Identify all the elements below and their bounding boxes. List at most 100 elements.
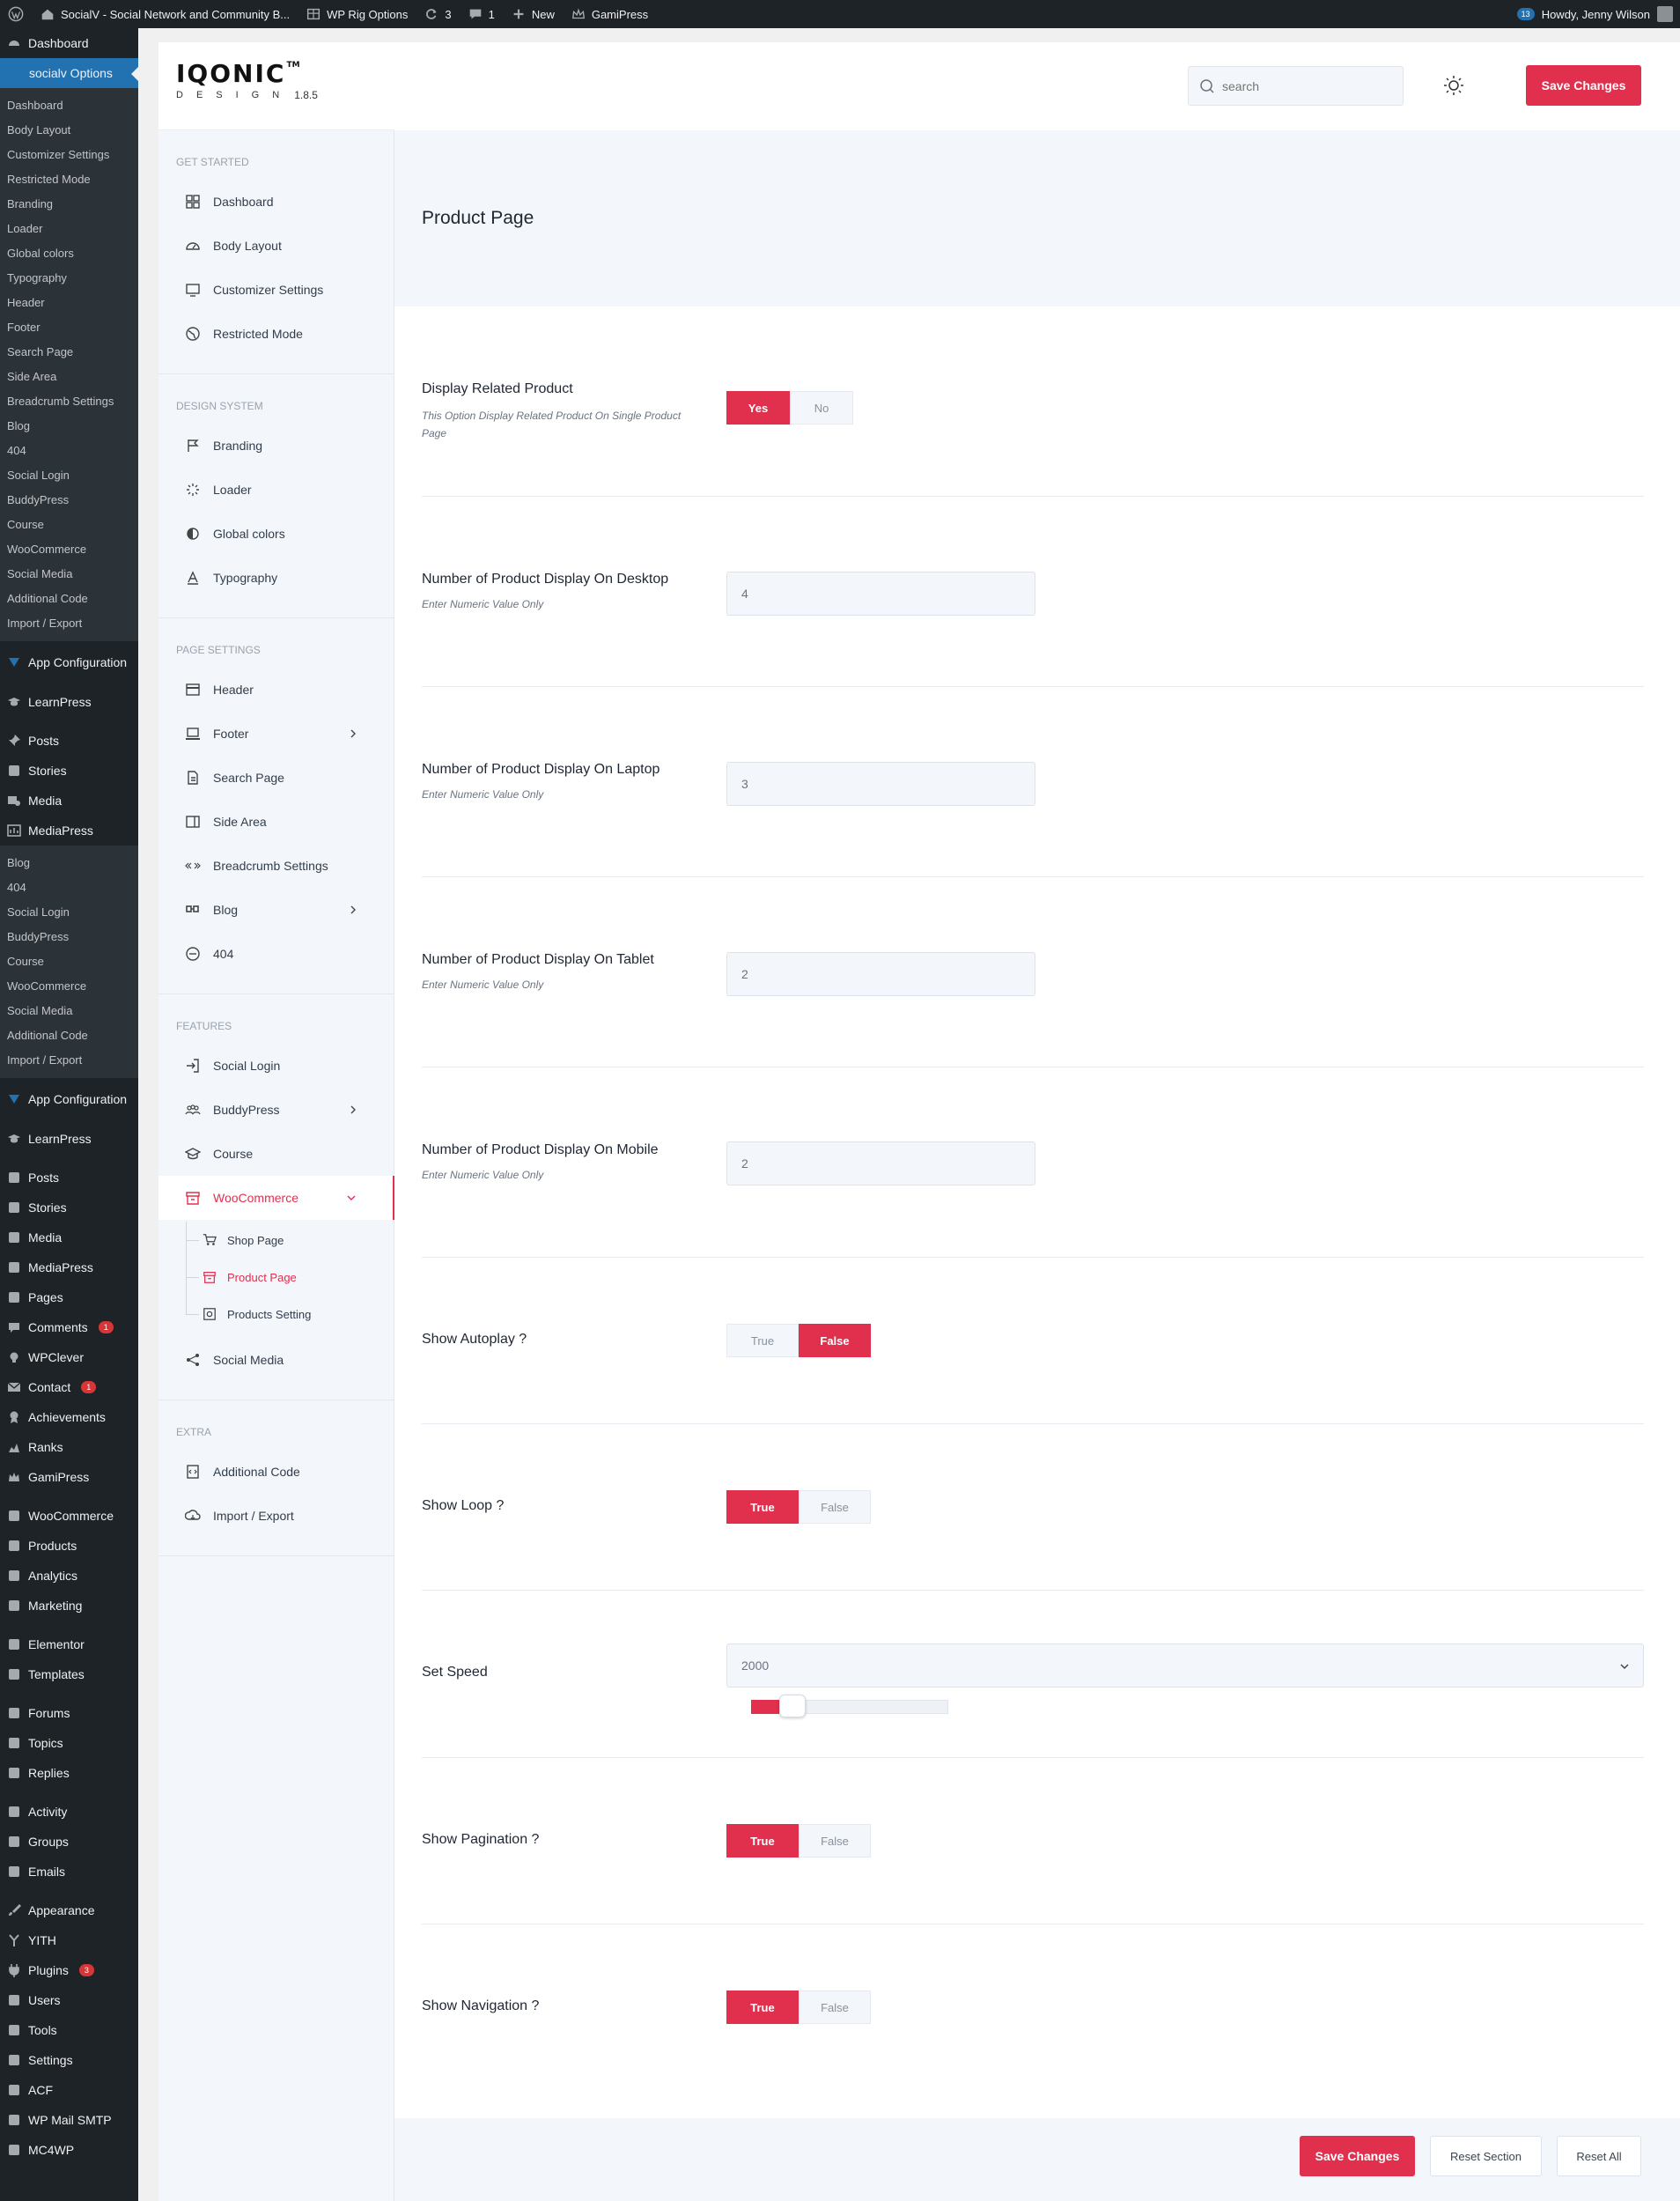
pagination-option-true[interactable]: True <box>726 1824 799 1858</box>
submenu-item-import-export[interactable]: Import / Export <box>0 1048 138 1073</box>
menu-settings[interactable]: Settings <box>0 2045 138 2075</box>
wp-logo-item[interactable] <box>0 0 32 28</box>
menu-posts[interactable]: Posts <box>0 1163 138 1193</box>
loop-option-true[interactable]: True <box>726 1490 799 1524</box>
menu-woocommerce[interactable]: WooCommerce <box>0 1501 138 1531</box>
nav-item-side-area[interactable]: Side Area <box>158 800 394 844</box>
menu-dashboard[interactable]: Dashboard <box>0 28 138 58</box>
nav-item-dashboard[interactable]: Dashboard <box>158 180 394 224</box>
related-option-no[interactable]: No <box>790 391 853 425</box>
submenu-item-404[interactable]: 404 <box>0 439 138 463</box>
submenu-item-blog[interactable]: Blog <box>0 851 138 875</box>
menu-ranks[interactable]: Ranks <box>0 1432 138 1462</box>
loop-option-false[interactable]: False <box>799 1490 871 1524</box>
nav-item-global-colors[interactable]: Global colors <box>158 512 394 556</box>
reset-all-button[interactable]: Reset All <box>1557 2136 1641 2176</box>
nav-item-import-export[interactable]: Import / Export <box>158 1494 394 1538</box>
menu-mediapress[interactable]: MediaPress <box>0 816 138 846</box>
nav-subitem-products-setting[interactable]: Products Setting <box>187 1296 394 1333</box>
submenu-item-buddypress[interactable]: BuddyPress <box>0 488 138 513</box>
updates-item[interactable]: 3 <box>416 0 459 28</box>
menu-learnpress[interactable]: LearnPress <box>0 687 138 717</box>
nav-item-social-media[interactable]: Social Media <box>158 1338 394 1382</box>
submenu-item-breadcrumb-settings[interactable]: Breadcrumb Settings <box>0 389 138 414</box>
menu-topics[interactable]: Topics <box>0 1728 138 1758</box>
menu-gamipress[interactable]: GamiPress <box>0 1462 138 1492</box>
nav-item-restricted-mode[interactable]: Restricted Mode <box>158 312 394 356</box>
nav-item-typography[interactable]: Typography <box>158 556 394 600</box>
submenu-item-404[interactable]: 404 <box>0 875 138 900</box>
menu-activity[interactable]: Activity <box>0 1797 138 1827</box>
submenu-item-side-area[interactable]: Side Area <box>0 365 138 389</box>
gamipress-item[interactable]: GamiPress <box>563 0 656 28</box>
navigation-option-false[interactable]: False <box>799 1991 871 2024</box>
save-changes-button[interactable]: Save Changes <box>1526 65 1641 106</box>
nav-item-blog[interactable]: Blog <box>158 888 394 932</box>
slider-handle[interactable] <box>779 1695 806 1717</box>
save-changes-button-bottom[interactable]: Save Changes <box>1300 2136 1415 2176</box>
menu-templates[interactable]: Templates <box>0 1659 138 1689</box>
nav-item-customizer-settings[interactable]: Customizer Settings <box>158 268 394 312</box>
menu-acf[interactable]: ACF <box>0 2075 138 2105</box>
site-name-item[interactable]: SocialV - Social Network and Community B… <box>32 0 298 28</box>
nav-item-404[interactable]: 404 <box>158 932 394 976</box>
nav-item-branding[interactable]: Branding <box>158 424 394 468</box>
menu-app-configuration[interactable]: App Configuration <box>0 650 138 687</box>
nav-item-additional-code[interactable]: Additional Code <box>158 1450 394 1494</box>
submenu-item-buddypress[interactable]: BuddyPress <box>0 925 138 949</box>
nav-item-loader[interactable]: Loader <box>158 468 394 512</box>
submenu-item-header[interactable]: Header <box>0 291 138 315</box>
search-input[interactable] <box>1222 78 1398 93</box>
submenu-item-course[interactable]: Course <box>0 949 138 974</box>
menu-wpclever[interactable]: WPClever <box>0 1342 138 1372</box>
menu-users[interactable]: Users <box>0 1985 138 2015</box>
menu-comments[interactable]: Comments 1 <box>0 1312 138 1342</box>
menu-learnpress-2[interactable]: LearnPress <box>0 1124 138 1154</box>
menu-plugins[interactable]: Plugins 3 <box>0 1955 138 1985</box>
menu-media[interactable]: Media <box>0 1222 138 1252</box>
menu-achievements[interactable]: Achievements <box>0 1402 138 1432</box>
submenu-item-social-media[interactable]: Social Media <box>0 999 138 1023</box>
speed-select[interactable]: 2000 <box>726 1643 1644 1688</box>
menu-elementor[interactable]: Elementor <box>0 1629 138 1659</box>
menu-appearance[interactable]: Appearance <box>0 1895 138 1925</box>
nav-item-social-login[interactable]: Social Login <box>158 1044 394 1088</box>
submenu-item-restricted-mode[interactable]: Restricted Mode <box>0 167 138 192</box>
menu-forums[interactable]: Forums <box>0 1698 138 1728</box>
menu-stories[interactable]: Stories <box>0 1193 138 1222</box>
submenu-item-woocommerce[interactable]: WooCommerce <box>0 537 138 562</box>
notification-badge[interactable]: 13 <box>1516 8 1535 20</box>
nav-item-footer[interactable]: Footer <box>158 712 394 756</box>
pagination-option-false[interactable]: False <box>799 1824 871 1858</box>
submenu-item-woocommerce[interactable]: WooCommerce <box>0 974 138 999</box>
menu-socialv-options[interactable]: socialv Options <box>0 58 138 88</box>
menu-media[interactable]: Media <box>0 786 138 816</box>
menu-mediapress[interactable]: MediaPress <box>0 1252 138 1282</box>
menu-analytics[interactable]: Analytics <box>0 1561 138 1591</box>
menu-groups[interactable]: Groups <box>0 1827 138 1857</box>
comments-item[interactable]: 1 <box>460 0 503 28</box>
submenu-item-footer[interactable]: Footer <box>0 315 138 340</box>
nav-item-buddypress[interactable]: BuddyPress <box>158 1088 394 1132</box>
submenu-item-branding[interactable]: Branding <box>0 192 138 217</box>
submenu-item-typography[interactable]: Typography <box>0 266 138 291</box>
theme-toggle[interactable] <box>1442 74 1465 97</box>
avatar[interactable] <box>1657 6 1673 22</box>
menu-posts[interactable]: Posts <box>0 726 138 756</box>
menu-stories[interactable]: Stories <box>0 756 138 786</box>
menu-products[interactable]: Products <box>0 1531 138 1561</box>
rig-options-item[interactable]: WP Rig Options <box>298 0 416 28</box>
menu-app-configuration-2[interactable]: App Configuration <box>0 1087 138 1124</box>
autoplay-option-true[interactable]: True <box>726 1324 799 1357</box>
submenu-item-body-layout[interactable]: Body Layout <box>0 118 138 143</box>
nav-item-breadcrumb-settings[interactable]: Breadcrumb Settings <box>158 844 394 888</box>
nav-item-woocommerce[interactable]: WooCommerce <box>158 1176 394 1220</box>
tablet-count-input[interactable] <box>726 952 1035 996</box>
submenu-item-additional-code[interactable]: Additional Code <box>0 1023 138 1048</box>
submenu-item-customizer-settings[interactable]: Customizer Settings <box>0 143 138 167</box>
menu-marketing[interactable]: Marketing <box>0 1591 138 1621</box>
nav-item-body-layout[interactable]: Body Layout <box>158 224 394 268</box>
submenu-item-search-page[interactable]: Search Page <box>0 340 138 365</box>
submenu-item-import-export[interactable]: Import / Export <box>0 611 138 636</box>
submenu-item-social-login[interactable]: Social Login <box>0 463 138 488</box>
